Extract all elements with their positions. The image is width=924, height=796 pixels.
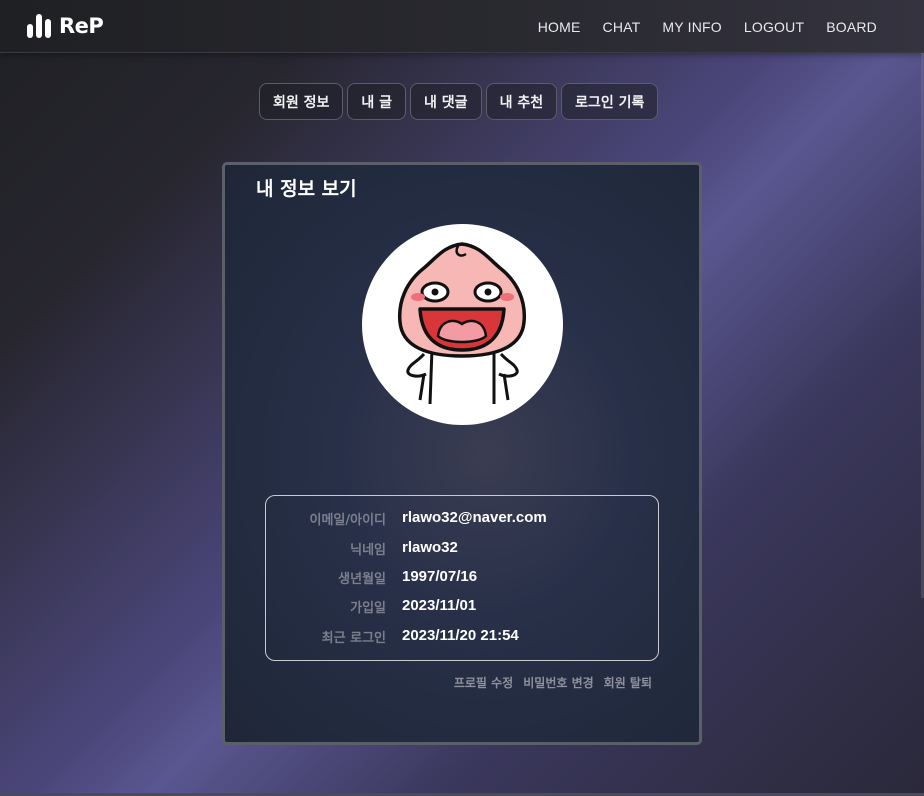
tab-login-history[interactable]: 로그인 기록: [561, 83, 659, 120]
tab-my-comments[interactable]: 내 댓글: [410, 83, 482, 120]
profile-avatar: [362, 224, 563, 425]
nav-link-logout[interactable]: LOGOUT: [744, 19, 804, 35]
top-navbar: ReP HOME CHAT MY INFO LOGOUT BOARD: [0, 0, 924, 53]
info-row-join-date: 가입일 2023/11/01: [266, 597, 658, 619]
tab-member-info[interactable]: 회원 정보: [259, 83, 344, 120]
bar-chart-logo-icon: [27, 14, 51, 38]
info-value: 2023/11/20 21:54: [402, 627, 519, 644]
nav-link-my-info[interactable]: MY INFO: [662, 19, 721, 35]
edit-profile-link[interactable]: 프로필 수정: [454, 674, 513, 691]
info-row-birthdate: 생년월일 1997/07/16: [266, 568, 658, 590]
info-label: 이메일/아이디: [309, 513, 386, 528]
logo[interactable]: ReP: [27, 12, 104, 40]
info-row-last-login: 최근 로그인 2023/11/20 21:54: [266, 627, 658, 649]
account-actions: 프로필 수정 비밀번호 변경 회원 탈퇴: [454, 674, 652, 691]
info-label: 가입일: [350, 601, 386, 616]
info-label: 닉네임: [350, 543, 386, 558]
info-value: rlawo32@naver.com: [402, 509, 547, 526]
tab-my-likes[interactable]: 내 추천: [485, 83, 558, 120]
tab-my-posts[interactable]: 내 글: [347, 83, 407, 120]
info-label: 생년월일: [338, 572, 386, 587]
user-info-table: 이메일/아이디 rlawo32@naver.com 닉네임 rlawo32 생년…: [265, 495, 659, 661]
withdraw-account-link[interactable]: 회원 탈퇴: [604, 674, 652, 691]
my-info-tabs: 회원 정보 내 글 내 댓글 내 추천 로그인 기록: [259, 83, 659, 120]
info-row-nickname: 닉네임 rlawo32: [266, 539, 658, 561]
card-title: 내 정보 보기: [256, 178, 357, 200]
info-value: 2023/11/01: [402, 597, 477, 614]
nav-link-chat[interactable]: CHAT: [603, 19, 641, 35]
peach-character-avatar-icon: [397, 242, 527, 405]
nav-link-board[interactable]: BOARD: [826, 19, 877, 35]
nav-links: HOME CHAT MY INFO LOGOUT BOARD: [538, 0, 877, 53]
info-row-email: 이메일/아이디 rlawo32@naver.com: [266, 509, 658, 531]
logo-text: ReP: [59, 14, 104, 38]
info-value: rlawo32: [402, 539, 458, 556]
nav-link-home[interactable]: HOME: [538, 19, 581, 35]
change-password-link[interactable]: 비밀번호 변경: [523, 674, 593, 691]
info-value: 1997/07/16: [402, 568, 478, 585]
my-info-card: 내 정보 보기 이메일/아이디 rlawo32@naver.com 닉네임 rl…: [222, 162, 702, 745]
info-label: 최근 로그인: [321, 631, 386, 646]
